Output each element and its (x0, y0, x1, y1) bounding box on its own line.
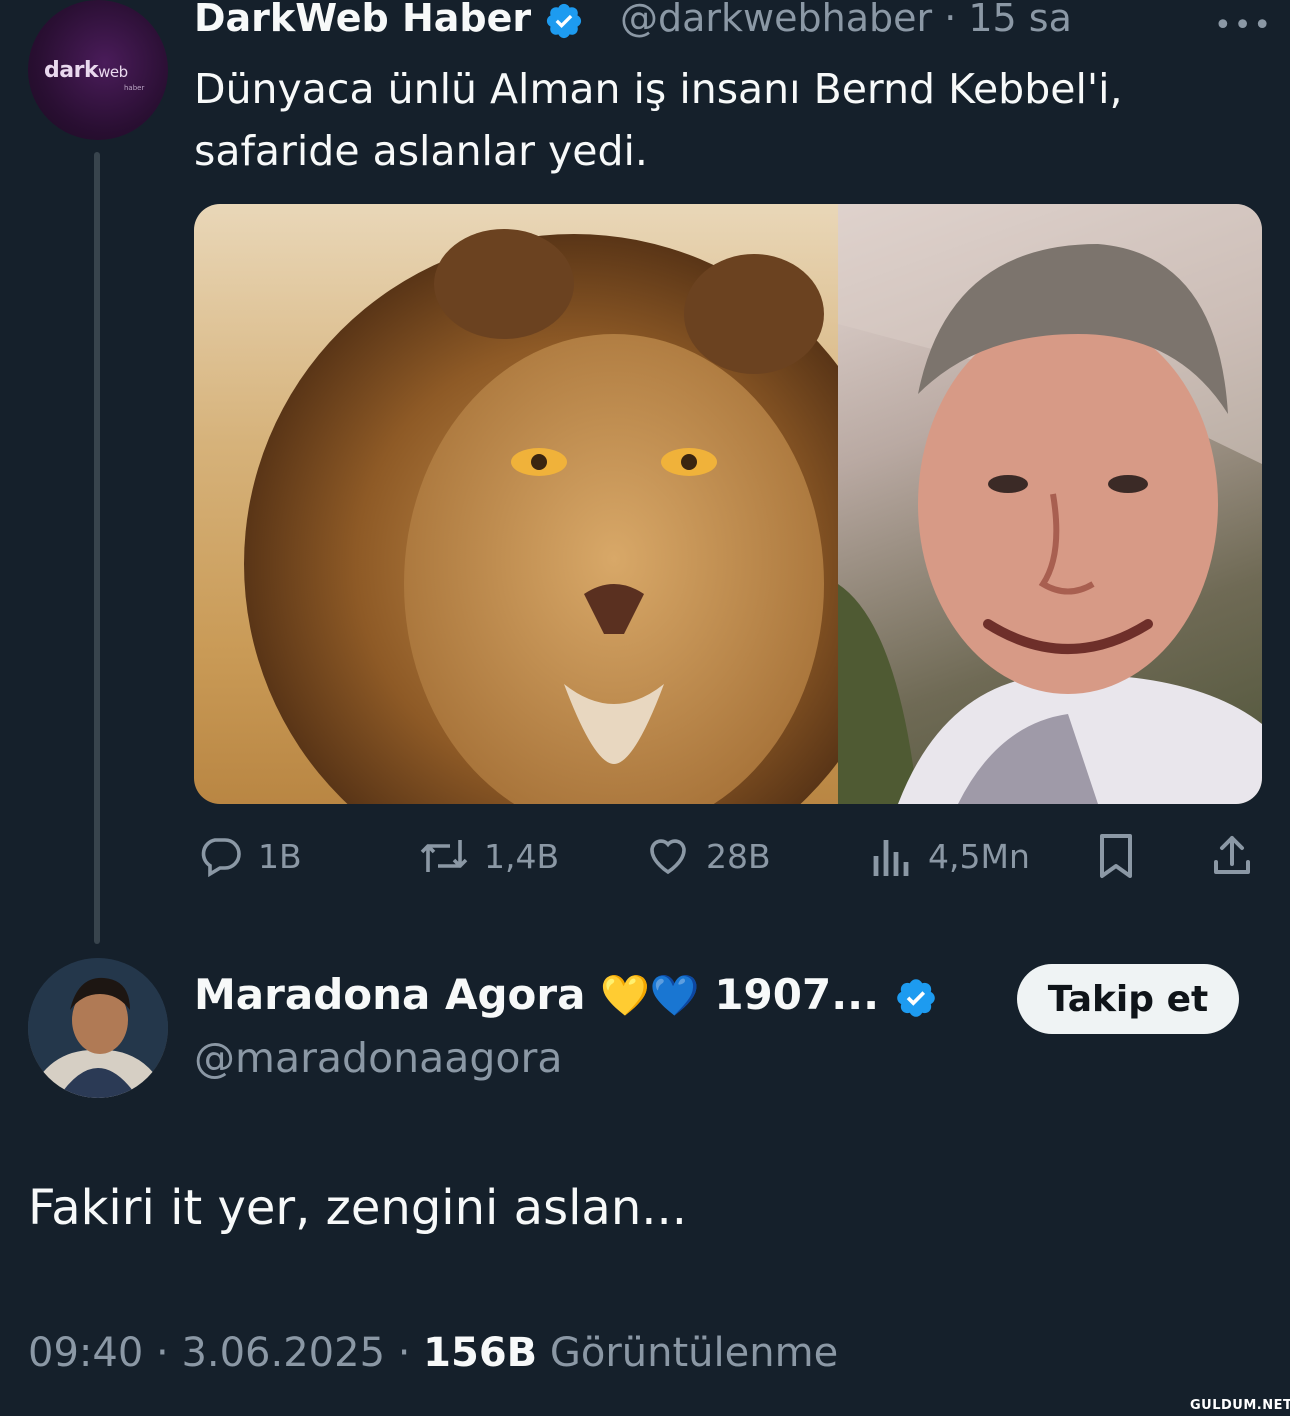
tweet-actions-bar: 1B 1,4B 28B 4,5Mn (0, 832, 1290, 882)
reply-author-name[interactable]: Maradona Agora 💛💙 1907... (194, 970, 938, 1020)
heart-icon (650, 839, 686, 875)
avatar-logo-tag: haber (124, 84, 145, 92)
retweet-icon (420, 840, 468, 872)
thread-line (94, 152, 100, 944)
bookmark-icon (1100, 834, 1132, 878)
retweet-button[interactable]: 1,4B (418, 832, 559, 880)
views-chart-icon (873, 840, 909, 876)
reply-author-handle[interactable]: @maradonaagora (194, 1034, 562, 1082)
tweet-metadata: 09:40 · 3.06.2025 · 156B Görüntülenme (28, 1330, 839, 1376)
tweet-time[interactable]: 09:40 (28, 1330, 143, 1376)
author-handle-time: @darkwebhaber · 15 sa (620, 0, 1072, 40)
more-options-icon[interactable]: ••• (1214, 8, 1273, 43)
reply-button[interactable]: 1B (196, 832, 302, 880)
darkweb-avatar[interactable]: darkweb haber (28, 0, 168, 140)
tweet-date[interactable]: 3.06.2025 (181, 1330, 385, 1376)
heart-emojis: 💛💙 (600, 973, 700, 1019)
share-button[interactable] (1208, 832, 1256, 880)
bookmark-button[interactable] (1094, 832, 1138, 880)
reply-icon (201, 838, 241, 878)
avatar-logo: darkweb (44, 58, 128, 83)
views-count: 156B (423, 1330, 538, 1376)
like-button[interactable]: 28B (644, 832, 771, 880)
follow-button[interactable]: Takip et (1017, 964, 1239, 1034)
views-label: Görüntülenme (549, 1330, 839, 1376)
tweet-text: Dünyaca ünlü Alman iş insanı Bernd Kebbe… (194, 65, 1123, 175)
verified-badge-icon (547, 3, 582, 38)
share-icon (1214, 836, 1250, 874)
watermark: GULDUM.NET (1190, 1398, 1290, 1413)
verified-badge-icon (896, 978, 935, 1017)
tweet-media[interactable] (194, 204, 1262, 804)
portrait-photo (838, 204, 1262, 804)
author-name[interactable]: DarkWeb Haber (194, 0, 584, 41)
views-button[interactable]: 4,5Mn (870, 832, 1030, 880)
reply-text: Fakiri it yer, zengini aslan... (28, 1180, 688, 1236)
maradona-avatar[interactable] (28, 958, 168, 1098)
lion-photo (194, 204, 904, 804)
